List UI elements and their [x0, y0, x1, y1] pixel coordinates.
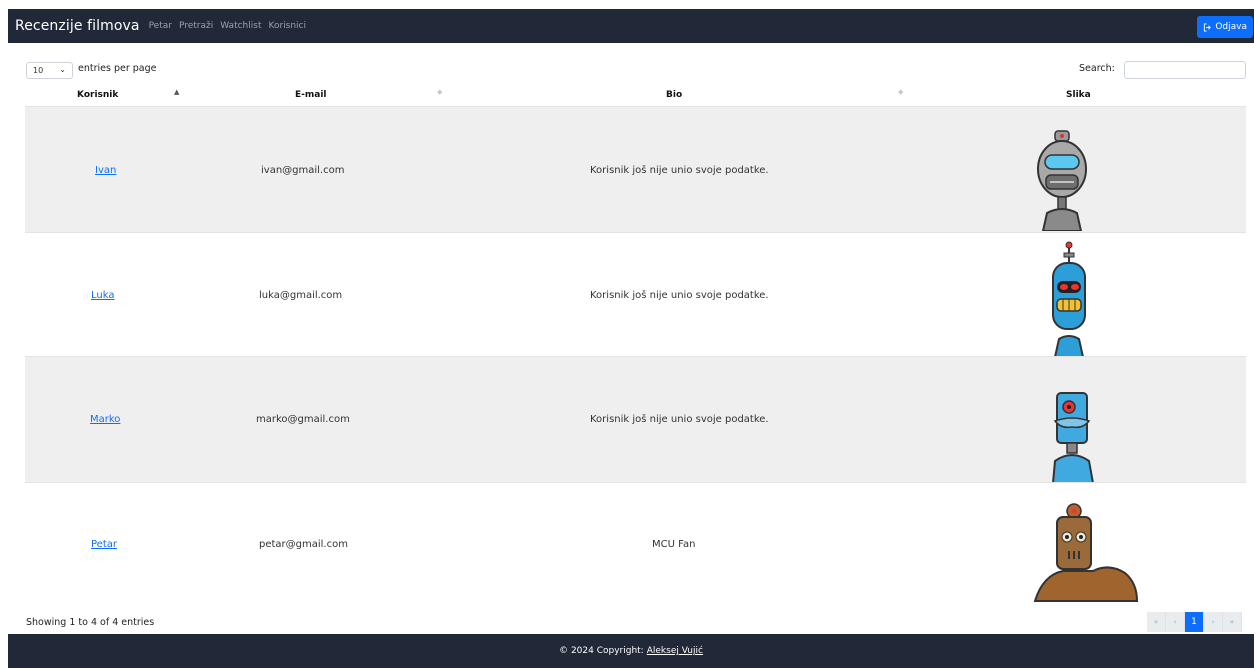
user-link[interactable]: Petar	[91, 539, 117, 550]
user-email: petar@gmail.com	[259, 539, 348, 550]
prev-page-button[interactable]: ‹	[1166, 612, 1185, 632]
entries-per-page-select[interactable]: 10 ⌄	[26, 62, 73, 79]
pagination-info: Showing 1 to 4 of 4 entries	[26, 617, 155, 628]
entries-per-page-value: 10	[33, 66, 44, 75]
table-row: Ivan ivan@gmail.com Korisnik još nije un…	[25, 106, 1246, 232]
pagination: « ‹ 1 › »	[1147, 612, 1242, 632]
copyright-text: © 2024 Copyright:	[559, 646, 644, 656]
navbar: Recenzije filmova Petar Pretraži Watchli…	[8, 9, 1254, 43]
user-email: marko@gmail.com	[256, 414, 350, 425]
next-page-button[interactable]: ›	[1204, 612, 1223, 632]
user-email: luka@gmail.com	[259, 290, 343, 301]
user-link[interactable]: Ivan	[95, 165, 116, 176]
table-header: Korisnik ▲ E-mail ◆ Bio ◆ Slika	[25, 86, 1246, 106]
column-header-email[interactable]: E-mail	[295, 90, 327, 100]
nav-links: Petar Pretraži Watchlist Korisnici	[149, 21, 306, 31]
table-row: Petar petar@gmail.com MCU Fan	[25, 482, 1246, 604]
table-row: Luka luka@gmail.com Korisnik još nije un…	[25, 232, 1246, 357]
logout-button[interactable]: Odjava	[1197, 16, 1253, 38]
nav-link-watchlist[interactable]: Watchlist	[220, 21, 261, 31]
user-link[interactable]: Marko	[90, 414, 120, 425]
gray-robot-icon	[1037, 130, 1087, 231]
logout-label: Odjava	[1215, 22, 1247, 32]
user-bio: Korisnik još nije unio svoje podatke.	[590, 165, 769, 176]
column-header-bio[interactable]: Bio	[666, 90, 682, 100]
search-input[interactable]	[1124, 61, 1246, 79]
nav-link-users[interactable]: Korisnici	[268, 21, 306, 31]
search-label: Search:	[1079, 63, 1115, 74]
blue-robot-icon	[1052, 241, 1086, 357]
user-bio: MCU Fan	[652, 539, 696, 550]
user-link[interactable]: Luka	[91, 290, 114, 301]
user-bio: Korisnik još nije unio svoje podatke.	[590, 414, 769, 425]
table-row: Marko marko@gmail.com Korisnik još nije …	[25, 356, 1246, 483]
last-page-button[interactable]: »	[1223, 612, 1242, 632]
nav-link-search[interactable]: Pretraži	[179, 21, 213, 31]
user-email: ivan@gmail.com	[261, 165, 345, 176]
entries-per-page-label: entries per page	[78, 63, 157, 74]
sort-icon[interactable]: ◆	[437, 89, 442, 96]
footer: © 2024 Copyright: Aleksej Vujić	[8, 634, 1254, 668]
cyan-robot-icon	[1051, 392, 1095, 483]
brand-title[interactable]: Recenzije filmova	[15, 18, 140, 34]
sort-asc-icon[interactable]: ▲	[174, 89, 179, 96]
brown-robot-icon	[1033, 503, 1139, 602]
column-header-image: Slika	[1066, 90, 1091, 100]
first-page-button[interactable]: «	[1147, 612, 1166, 632]
author-link[interactable]: Aleksej Vujić	[647, 646, 703, 656]
sort-icon[interactable]: ◆	[898, 89, 903, 96]
chevron-down-icon: ⌄	[59, 65, 66, 74]
user-bio: Korisnik još nije unio svoje podatke.	[590, 290, 769, 301]
page: Recenzije filmova Petar Pretraži Watchli…	[0, 0, 1254, 668]
logout-icon	[1204, 22, 1212, 32]
column-header-user[interactable]: Korisnik	[77, 90, 118, 100]
page-1-button[interactable]: 1	[1185, 612, 1204, 632]
nav-link-profile[interactable]: Petar	[149, 21, 172, 31]
